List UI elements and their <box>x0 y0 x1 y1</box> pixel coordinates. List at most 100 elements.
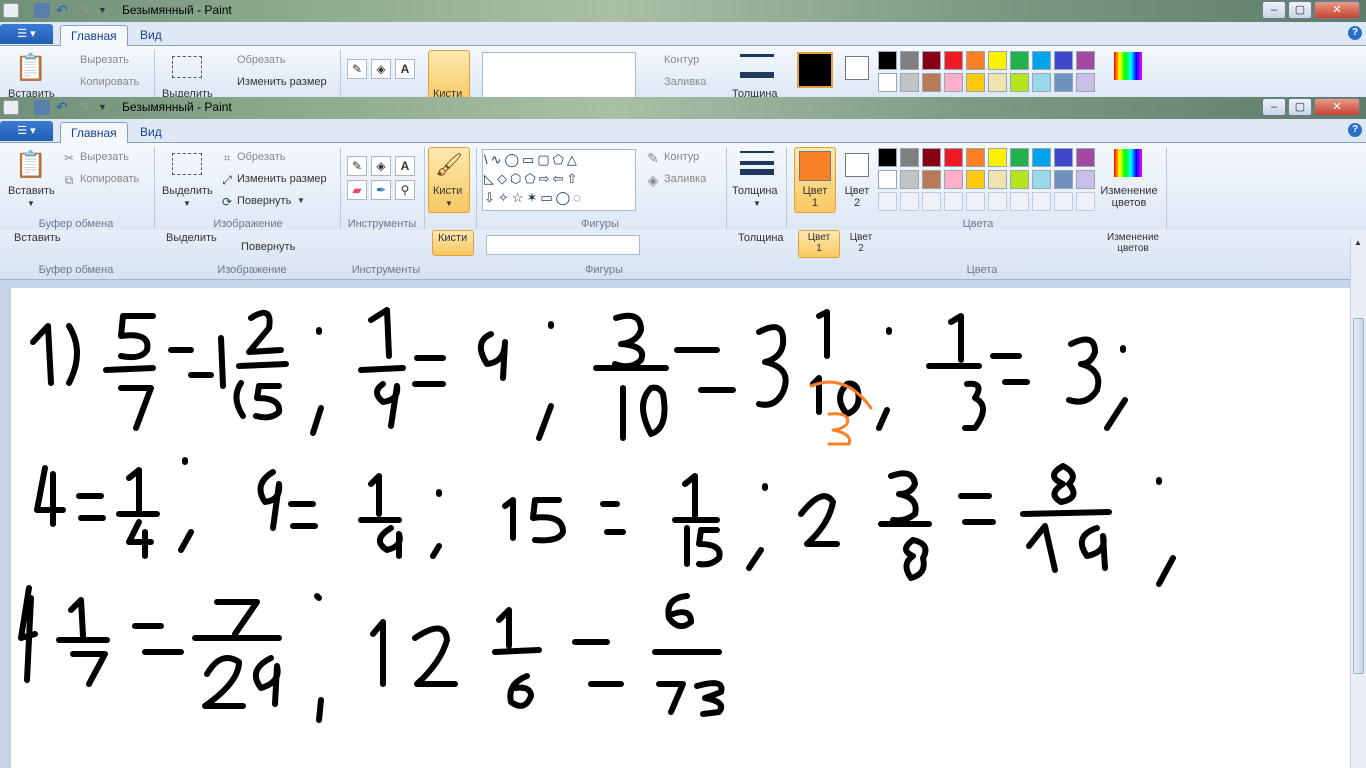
scroll-up-icon[interactable]: ▲ <box>1354 238 1362 247</box>
palette-swatch[interactable] <box>1076 148 1095 167</box>
palette-swatch[interactable] <box>1032 73 1051 92</box>
color1-swatch[interactable] <box>799 151 831 181</box>
palette-swatch[interactable] <box>966 192 985 211</box>
magnifier-icon[interactable]: ⚲ <box>395 180 415 200</box>
paint-menu-button[interactable]: ☰ ▾ <box>0 24 53 44</box>
palette-swatch[interactable] <box>944 170 963 189</box>
crop-label[interactable]: Обрезать <box>237 54 286 66</box>
brushes-label[interactable]: Кисти <box>433 185 462 197</box>
brush-icon[interactable]: 🖌 <box>434 151 464 179</box>
palette-swatch[interactable] <box>1010 148 1029 167</box>
palette-swatch[interactable] <box>878 170 897 189</box>
paint-menu-button[interactable]: ☰ ▾ <box>0 121 53 141</box>
palette-swatch[interactable] <box>878 148 897 167</box>
palette-swatch[interactable] <box>1076 170 1095 189</box>
paste-icon[interactable]: 📋 <box>14 147 48 181</box>
palette-swatch[interactable] <box>1010 73 1029 92</box>
palette-swatch[interactable] <box>1076 51 1095 70</box>
cut-icon[interactable]: ✂ <box>62 151 76 165</box>
palette-swatch[interactable] <box>1032 170 1051 189</box>
tab-home[interactable]: Главная <box>60 122 128 144</box>
fill-label[interactable]: Заливка <box>664 173 706 185</box>
tab-home[interactable]: Главная <box>60 25 128 47</box>
palette-swatch[interactable] <box>922 51 941 70</box>
outline-icon[interactable]: ✎ <box>646 150 660 166</box>
palette-swatch[interactable] <box>944 192 963 211</box>
text-icon[interactable]: A <box>395 156 415 176</box>
tab-view[interactable]: Вид <box>130 25 172 47</box>
fill-label[interactable]: Заливка <box>664 76 706 88</box>
rotate-icon[interactable]: ⟳ <box>220 195 234 209</box>
color1-swatch[interactable] <box>797 52 833 88</box>
crop-label[interactable]: Обрезать <box>237 151 286 163</box>
select-label[interactable]: Выделить <box>162 185 213 197</box>
fill-icon[interactable]: ◈ <box>371 156 391 176</box>
palette-swatch[interactable] <box>878 51 897 70</box>
drawing-canvas[interactable] <box>11 288 1350 768</box>
brushes-dropdown-icon[interactable]: ▼ <box>445 199 453 208</box>
maximize-button[interactable]: ▢ <box>1288 98 1312 116</box>
select-dropdown-icon[interactable]: ▼ <box>183 199 191 208</box>
crop-icon[interactable]: ⌗ <box>220 151 234 165</box>
palette-swatch[interactable] <box>1054 192 1073 211</box>
edit-colors-icon[interactable] <box>1114 149 1142 177</box>
undo-icon[interactable]: ↶ <box>56 100 72 115</box>
palette-swatch[interactable] <box>1010 192 1029 211</box>
palette-swatch[interactable] <box>1032 192 1051 211</box>
paste-label[interactable]: Вставить <box>8 185 55 197</box>
select-icon[interactable] <box>172 56 202 78</box>
palette-swatch[interactable] <box>1010 51 1029 70</box>
palette-swatch[interactable] <box>878 192 897 211</box>
palette-swatch[interactable] <box>1032 148 1051 167</box>
palette-swatch[interactable] <box>922 148 941 167</box>
copy-label[interactable]: Копировать <box>80 76 139 88</box>
resize-label[interactable]: Изменить размер <box>237 76 327 88</box>
palette-swatch[interactable] <box>966 170 985 189</box>
palette-swatch[interactable] <box>922 73 941 92</box>
color2-label[interactable]: Цвет 2 <box>842 185 872 209</box>
palette-swatch[interactable] <box>966 148 985 167</box>
palette-swatch[interactable] <box>988 170 1007 189</box>
palette-swatch[interactable] <box>900 73 919 92</box>
color2-swatch[interactable] <box>845 153 869 177</box>
color1-label[interactable]: Цвет 1 <box>801 185 829 209</box>
paste-dropdown-icon[interactable]: ▼ <box>27 199 35 208</box>
shapes-row[interactable]: ◺◇⬡⬠⇨⇦⇧ <box>484 169 624 188</box>
color2-swatch[interactable] <box>845 56 869 80</box>
eraser-icon[interactable]: ▰ <box>347 180 367 200</box>
help-icon[interactable]: ? <box>1348 26 1362 40</box>
save-icon[interactable] <box>34 3 50 18</box>
resize-label[interactable]: Изменить размер <box>237 173 327 185</box>
color-picker-icon[interactable]: ✒ <box>371 180 391 200</box>
palette-swatch[interactable] <box>988 148 1007 167</box>
undo-icon[interactable]: ↶ <box>56 3 72 18</box>
customize-icon[interactable]: ▼ <box>98 100 114 115</box>
help-icon[interactable]: ? <box>1348 123 1362 137</box>
fill-icon[interactable]: ◈ <box>371 59 391 79</box>
minimize-button[interactable]: – <box>1262 98 1286 116</box>
edit-colors-icon[interactable] <box>1114 52 1142 80</box>
rotate-label[interactable]: Повернуть <box>237 195 291 207</box>
palette-swatch[interactable] <box>922 170 941 189</box>
palette-swatch[interactable] <box>878 73 897 92</box>
save-icon[interactable] <box>34 100 50 115</box>
outline-label[interactable]: Контур <box>664 54 699 66</box>
palette-swatch[interactable] <box>1054 51 1073 70</box>
tab-view[interactable]: Вид <box>130 122 172 144</box>
minimize-button[interactable]: – <box>1262 1 1286 19</box>
palette-swatch[interactable] <box>988 73 1007 92</box>
cut-label[interactable]: Вырезать <box>80 151 129 163</box>
paste-icon[interactable]: 📋 <box>14 50 48 84</box>
customize-icon[interactable]: ▼ <box>98 3 114 18</box>
palette-swatch[interactable] <box>900 192 919 211</box>
palette-swatch[interactable] <box>944 51 963 70</box>
palette-swatch[interactable] <box>1054 148 1073 167</box>
edit-colors-label[interactable]: Изменение цветов <box>1098 185 1160 209</box>
vertical-scrollbar[interactable]: ▲ <box>1350 236 1366 768</box>
palette-swatch[interactable] <box>1076 192 1095 211</box>
palette-swatch[interactable] <box>900 51 919 70</box>
size-label[interactable]: Толщина <box>732 185 778 197</box>
shapes-gallery[interactable] <box>482 52 636 98</box>
pencil-icon[interactable]: ✎ <box>347 59 367 79</box>
palette-swatch[interactable] <box>966 73 985 92</box>
